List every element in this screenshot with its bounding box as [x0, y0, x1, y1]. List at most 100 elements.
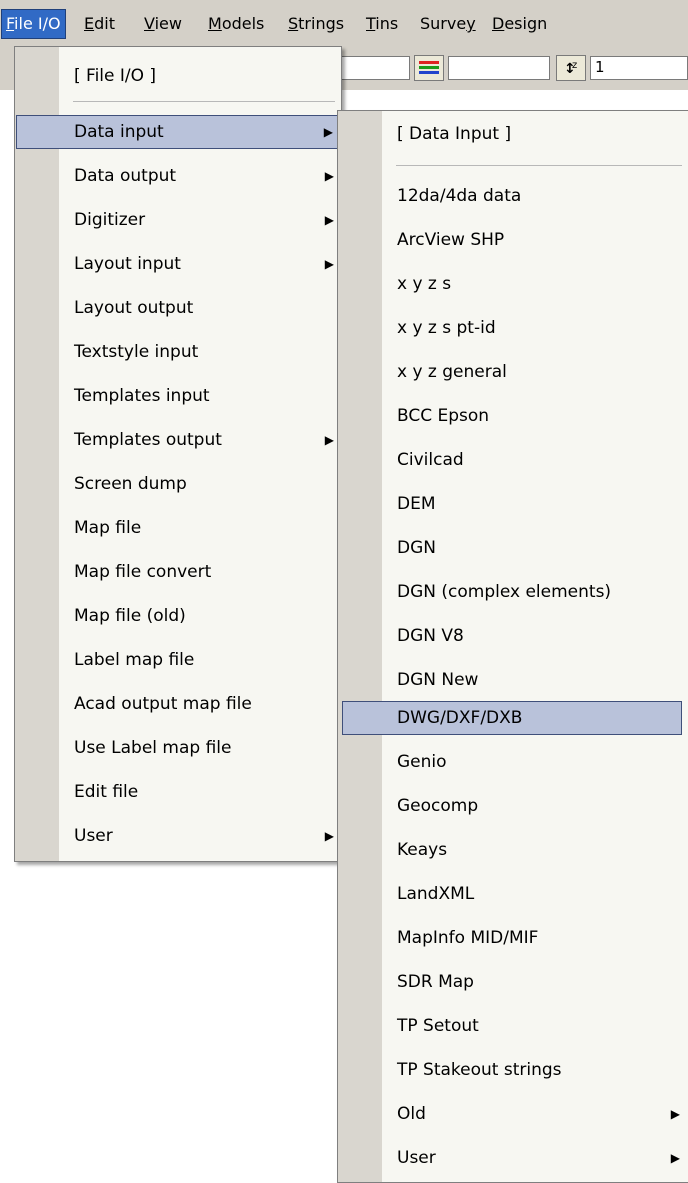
submenu-arrow-icon: ▶ — [324, 169, 334, 183]
menu-item-12da-4da-data[interactable]: 12da/4da data — [339, 179, 688, 213]
menu-strings-accel: S — [288, 14, 299, 33]
menu-item-geocomp[interactable]: Geocomp — [339, 789, 688, 823]
menu-item-mapinfo[interactable]: MapInfo MID/MIF — [339, 921, 688, 955]
menu-item-data-output[interactable]: Data output ▶ — [16, 159, 342, 193]
menu-edit[interactable]: Edit — [80, 10, 119, 38]
menu-item-xyz-general[interactable]: x y z general — [339, 355, 688, 389]
menu-item-edit-file[interactable]: Edit file — [16, 775, 342, 809]
file-io-menu: [ File I/O ] Data input ▶ Data output ▶ Di… — [14, 46, 342, 862]
menu-tins-accel: T — [366, 14, 376, 33]
toolbar-field-2[interactable] — [448, 56, 550, 80]
menu-survey[interactable]: Survey — [416, 10, 480, 38]
menu-item-user[interactable]: User ▶ — [339, 1141, 688, 1175]
data-input-menu-title[interactable]: [ Data Input ] — [339, 117, 688, 151]
menu-item-dwg-dxf-dxb[interactable]: DWG/DXF/DXB — [342, 701, 682, 735]
menu-item-templates-input[interactable]: Templates input — [16, 379, 342, 413]
submenu-arrow-icon: ▶ — [324, 257, 334, 271]
menu-item-label: Map file — [74, 518, 142, 538]
menu-file-io-label: ile I/O — [14, 14, 61, 33]
menu-item-landxml[interactable]: LandXML — [339, 877, 688, 911]
menu-item-use-label-map-file[interactable]: Use Label map file — [16, 731, 342, 765]
menu-item-genio[interactable]: Genio — [339, 745, 688, 779]
data-input-submenu: [ Data Input ] 12da/4da data ArcView SHP… — [337, 110, 688, 1183]
menu-item-dgn-v8[interactable]: DGN V8 — [339, 619, 688, 653]
color-lines-button[interactable] — [414, 55, 444, 81]
svg-text:z: z — [572, 60, 577, 71]
menu-item-textstyle-input[interactable]: Textstyle input — [16, 335, 342, 369]
menu-item-xyzs-pt-id[interactable]: x y z s pt-id — [339, 311, 688, 345]
toolbar-field-1[interactable] — [340, 56, 410, 80]
menu-item-dgn-complex[interactable]: DGN (complex elements) — [339, 575, 688, 609]
menu-item-label: Map file convert — [74, 562, 212, 582]
menu-item-label: Map file (old) — [74, 606, 186, 626]
menu-item-label-map-file[interactable]: Label map file — [16, 643, 342, 677]
toolbar-value-field[interactable]: 1 — [590, 56, 688, 80]
menu-bar: File I/O Edit View Models Strings Tins S… — [0, 0, 688, 47]
menu-item-dem[interactable]: DEM — [339, 487, 688, 521]
menu-item-tp-stakeout-strings[interactable]: TP Stakeout strings — [339, 1053, 688, 1087]
menu-item-label: Templates input — [74, 386, 210, 406]
menu-item-label: Layout output — [74, 298, 194, 318]
menu-item-templates-output[interactable]: Templates output ▶ — [16, 423, 342, 457]
menu-item-label: Old — [397, 1104, 426, 1124]
submenu-arrow-icon: ▶ — [324, 213, 334, 227]
file-io-menu-title[interactable]: [ File I/O ] — [16, 59, 342, 93]
menu-item-dgn-new[interactable]: DGN New — [339, 663, 688, 697]
menu-separator — [396, 165, 682, 166]
color-lines-icon — [419, 61, 439, 74]
menu-survey-accel: y — [466, 14, 476, 33]
submenu-arrow-icon: ▶ — [670, 1151, 680, 1165]
menu-item-label: Data output — [74, 166, 177, 186]
menu-item-acad-output-map-file[interactable]: Acad output map file — [16, 687, 342, 721]
menu-item-dgn[interactable]: DGN — [339, 531, 688, 565]
menu-item-arcview-shp[interactable]: ArcView SHP — [339, 223, 688, 257]
menu-item-old[interactable]: Old ▶ — [339, 1097, 688, 1131]
menu-item-label: Layout input — [74, 254, 181, 274]
menu-item-label: Data input — [74, 122, 164, 142]
menu-item-label: Edit file — [74, 782, 139, 802]
menu-item-map-file-convert[interactable]: Map file convert — [16, 555, 342, 589]
menu-item-xyzs[interactable]: x y z s — [339, 267, 688, 301]
menu-item-sdr-map[interactable]: SDR Map — [339, 965, 688, 999]
menu-item-label: Label map file — [74, 650, 195, 670]
menu-item-civilcad[interactable]: Civilcad — [339, 443, 688, 477]
menu-design-accel: D — [492, 14, 505, 33]
menu-item-user[interactable]: User ▶ — [16, 819, 342, 853]
menu-view[interactable]: View — [140, 10, 186, 38]
menu-edit-accel: E — [84, 14, 95, 33]
menu-item-digitizer[interactable]: Digitizer ▶ — [16, 203, 342, 237]
menu-item-layout-output[interactable]: Layout output — [16, 291, 342, 325]
menu-item-label: User — [74, 826, 113, 846]
menu-models-accel: M — [208, 14, 222, 33]
menu-item-label: Use Label map file — [74, 738, 232, 758]
menu-item-keays[interactable]: Keays — [339, 833, 688, 867]
z-sort-icon: ↕ z — [564, 60, 577, 77]
submenu-arrow-icon: ▶ — [324, 829, 334, 843]
menu-design-label: esign — [504, 14, 548, 33]
menu-view-accel: V — [144, 14, 155, 33]
menu-design[interactable]: Design — [488, 10, 551, 38]
submenu-arrow-icon: ▶ — [324, 433, 334, 447]
submenu-arrow-icon: ▶ — [323, 125, 333, 139]
menu-item-bcc-epson[interactable]: BCC Epson — [339, 399, 688, 433]
z-sort-button[interactable]: ↕ z — [556, 55, 586, 81]
menu-item-map-file-old[interactable]: Map file (old) — [16, 599, 342, 633]
menu-item-data-input[interactable]: Data input ▶ — [16, 115, 342, 149]
menu-tins-label: ins — [375, 14, 399, 33]
menu-strings-label: trings — [298, 14, 345, 33]
menu-models[interactable]: Models — [204, 10, 268, 38]
menu-tins[interactable]: Tins — [362, 10, 402, 38]
menu-item-tp-setout[interactable]: TP Setout — [339, 1009, 688, 1043]
menu-item-map-file[interactable]: Map file — [16, 511, 342, 545]
menu-strings[interactable]: Strings — [284, 10, 348, 38]
menu-item-layout-input[interactable]: Layout input ▶ — [16, 247, 342, 281]
menu-item-screen-dump[interactable]: Screen dump — [16, 467, 342, 501]
menu-item-label: Templates output — [74, 430, 222, 450]
menu-item-label: Acad output map file — [74, 694, 252, 714]
menu-view-label: iew — [154, 14, 182, 33]
menu-item-label: User — [397, 1148, 436, 1168]
menu-file-io-accel: F — [6, 14, 15, 33]
submenu-arrow-icon: ▶ — [670, 1107, 680, 1121]
menu-file-io[interactable]: File I/O — [1, 9, 66, 39]
toolbar-value-text: 1 — [595, 58, 605, 76]
